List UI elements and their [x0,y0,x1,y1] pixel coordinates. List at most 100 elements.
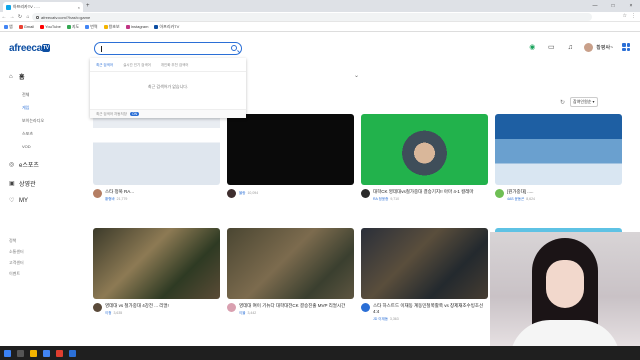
broadcast-title[interactable]: [뭔가중대] ..... [507,189,535,195]
start-icon[interactable] [4,349,11,357]
new-tab-button[interactable]: + [86,3,90,9]
streamer-avatar[interactable] [227,303,236,312]
afreecatv-logo[interactable]: afreecaTV [9,43,50,54]
search-tab[interactable]: 개인화 추천 검색어 [161,63,189,68]
streamer-name[interactable]: 이블 3,442 [239,311,345,316]
broadcast-card[interactable]: 스타 하스트드 이재동 계동민철쭉활쭉 vs 창제재조수빙초선 4:4 JD 이재… [361,228,488,322]
auto-save-toggle[interactable]: ON [129,112,140,116]
theater-icon: ▣ [9,180,15,187]
sidebar-subitem[interactable]: 보이는라디오 [22,118,44,124]
sidebar-subitem[interactable]: 스포츠 [22,131,33,137]
bookmark-item[interactable]: 왕초보 [103,23,120,30]
broadcast-thumbnail[interactable] [495,114,622,185]
broadcast-thumbnail[interactable] [227,228,354,299]
broadcast-card[interactable]: [뭔가중대] ..... 4AS 윤동곤 8,624 [495,114,622,202]
sidebar-footer-link[interactable]: 이벤트 [9,271,20,277]
streamer-avatar[interactable] [227,189,236,198]
apps-icon[interactable] [622,43,630,51]
app-icon[interactable] [56,349,63,357]
broadcast-card[interactable]: 영데대 여이 기뉴다 대학대전CK 결승진출 MVP 리얼시간이블 3,442 [227,228,354,316]
bookmark-item[interactable]: 아프리카TV [154,24,179,30]
sidebar-item-my[interactable]: ♡ MY [9,198,28,204]
sidebar-footer-link[interactable]: 고객센터 [9,260,24,266]
broadcast-title[interactable]: 영데대 vs 철가중대 4강전 ... 리얼! [105,303,169,309]
sidebar-subitem[interactable]: 게임 [22,105,29,111]
explorer-icon[interactable] [30,349,37,357]
maximize-button[interactable]: □ [604,0,622,12]
minimize-button[interactable]: — [586,0,604,12]
sort-select[interactable]: 참여인원순 ▾ [570,97,598,107]
streamer-avatar[interactable] [93,303,102,312]
broadcast-card[interactable]: 스타 정복 RA... 황형바 21,779 [93,114,220,202]
search-input[interactable] [94,42,242,55]
bookmark-icon [154,24,159,29]
bookmark-item[interactable]: YouTube [40,24,61,29]
streamer-label: 이블 [239,311,246,315]
search-tab[interactable]: 최근 검색어 [96,63,113,68]
sidebar-item-esports[interactable]: ◎ e스포츠 [9,160,39,170]
sidebar-subitem[interactable]: 전체 [22,92,29,98]
sidebar-footer-link[interactable]: 정책 [9,238,16,244]
bookmark-item[interactable]: Instagram [125,24,148,29]
broadcast-title[interactable]: 스타 하스트드 이재동 계동민철쭉활쭉 vs 창제재조수빙초선 4:4 [373,303,488,315]
streamer-avatar[interactable] [361,189,370,198]
back-icon[interactable]: ← [0,14,8,20]
broadcast-title[interactable]: 스타 정복 RA... [105,189,134,195]
broadcast-thumbnail[interactable] [227,114,354,185]
streamer-avatar[interactable] [495,189,504,198]
broadcast-title[interactable]: 대학CK 영데대vs철가중대 결승기지!! 아마 4-1 컬레마 [373,189,474,195]
broadcast-card[interactable]: 영데대 vs 철가중대 4강전 ... 리얼! 이청 3,635 [93,228,220,316]
bookmark-icon [18,24,23,29]
bell-icon[interactable]: ♫ [565,42,575,52]
reload-icon[interactable]: ↻ [16,14,24,20]
bookmark-label: 왕초보 [108,23,120,29]
profile-menu[interactable]: 황평싸~ [584,42,613,52]
bookmark-item[interactable]: Gmail [18,24,34,29]
search-tab[interactable]: 실시간 인기 검색어 [123,63,151,68]
cash-icon[interactable]: ◉ [527,42,537,52]
broadcast-text: 대학CK 영데대vs철가중대 결승기지!! 아마 4-1 컬레마 RA 정윤종 9,… [373,189,474,202]
browser-menu-icon[interactable]: ⋮ [631,13,636,19]
broadcast-card[interactable]: 블랑 10,094 [227,114,354,198]
refresh-icon[interactable]: ↻ [560,99,565,106]
app-icon[interactable] [69,349,76,357]
close-tab-icon[interactable]: × [78,5,80,10]
broadcast-thumbnail[interactable] [93,114,220,185]
browser-tab[interactable]: 아프리카TV - ... × [3,2,83,12]
bookmark-item[interactable]: 앱 [4,24,13,30]
streamer-avatar[interactable] [361,303,370,312]
home-icon[interactable]: ⌂ [24,14,32,20]
search-taskbar-icon[interactable] [17,349,24,357]
chrome-icon[interactable] [43,349,50,357]
broadcast-thumbnail[interactable] [93,228,220,299]
forward-icon[interactable]: → [8,14,16,20]
bookmark-item[interactable]: 지도 [66,24,79,30]
broadcast-thumbnail[interactable] [361,228,488,299]
bookmark-icon [4,24,8,29]
close-window-button[interactable]: × [622,0,640,12]
text-cursor [101,46,102,52]
streamer-avatar[interactable] [93,189,102,198]
sidebar-subitem[interactable]: VOD [22,144,31,149]
sidebar-item-theater[interactable]: ▣ 상영관 [9,179,36,189]
streamer-name[interactable]: 블랑 10,094 [239,191,258,196]
viewer-count: 10,094 [247,191,259,195]
video-icon[interactable]: ▭ [546,42,556,52]
broadcast-title[interactable]: 영데대 여이 기뉴다 대학대전CK 결승진출 MVP 리얼시간 [239,303,345,309]
broadcast-text: 블랑 10,094 [239,189,258,198]
streamer-name[interactable]: 이청 3,635 [105,311,169,316]
chevron-down-icon[interactable]: ⌄ [354,72,359,79]
url-field[interactable]: afreecatv.com/?hash=game [32,13,592,21]
streamer-name[interactable]: JD 이재동 3,363 [373,317,488,322]
sidebar-item-home[interactable]: ⌂ 홈 [9,72,25,82]
broadcast-text: [뭔가중대] ..... 4AS 윤동곤 8,624 [507,189,535,202]
streamer-name[interactable]: RA 정윤종 9,710 [373,197,474,202]
streamer-name[interactable]: 황형바 21,779 [105,197,134,202]
broadcast-thumbnail[interactable] [361,114,488,185]
bookmark-item[interactable]: 번역 [85,24,98,30]
bookmark-star-icon[interactable]: ☆ [623,13,627,19]
sidebar-footer-link[interactable]: 소통센터 [9,249,24,255]
streamer-name[interactable]: 4AS 윤동곤 8,624 [507,197,535,202]
search-icon[interactable] [231,45,237,51]
broadcast-card[interactable]: 대학CK 영데대vs철가중대 결승기지!! 아마 4-1 컬레마 RA 정윤종 9,… [361,114,488,202]
